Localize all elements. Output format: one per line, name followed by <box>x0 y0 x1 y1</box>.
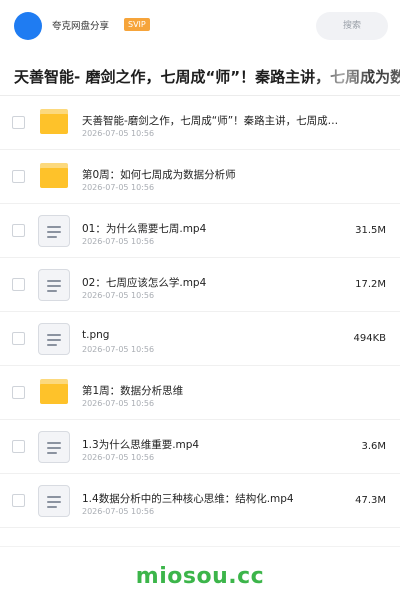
list-item[interactable]: 01：为什么需要七周.mp4 2026-07-05 10:56 31.5M <box>0 204 400 258</box>
file-date: 2026-07-05 10:56 <box>82 183 155 192</box>
checkbox[interactable] <box>12 224 25 237</box>
file-size: 47.3M <box>355 495 386 506</box>
file-date: 2026-07-05 10:56 <box>82 129 155 138</box>
list-item[interactable]: 天善智能-磨剑之作，七周成“师”！秦路主讲，七周成… 2026-07-05 10… <box>0 96 400 150</box>
file-list: 天善智能-磨剑之作，七周成“师”！秦路主讲，七周成… 2026-07-05 10… <box>0 96 400 528</box>
document-icon <box>38 431 70 463</box>
header-bar: 夸克网盘分享 SVIP 搜索 <box>0 0 400 52</box>
checkbox[interactable] <box>12 332 25 345</box>
svip-badge: SVIP <box>124 18 150 31</box>
checkbox[interactable] <box>12 116 25 129</box>
list-item[interactable]: 第1周：数据分析思维 2026-07-05 10:56 <box>0 366 400 420</box>
folder-icon <box>38 377 70 409</box>
file-date: 2026-07-05 10:56 <box>82 507 155 516</box>
file-date: 2026-07-05 10:56 <box>82 291 155 300</box>
file-date: 2026-07-05 10:56 <box>82 237 155 246</box>
folder-title-bar: 天善智能- 磨剑之作，七周成“师”！秦路主讲，七周成为数 <box>0 56 400 96</box>
file-name: 02：七周应该怎么学.mp4 <box>82 277 207 289</box>
file-size: 494KB <box>353 333 386 344</box>
checkbox[interactable] <box>12 494 25 507</box>
file-name: 1.4数据分析中的三种核心思维：结构化.mp4 <box>82 493 294 505</box>
list-item[interactable]: 1.3为什么思维重要.mp4 2026-07-05 10:56 3.6M <box>0 420 400 474</box>
checkbox[interactable] <box>12 170 25 183</box>
document-icon <box>38 269 70 301</box>
file-size: 17.2M <box>355 279 386 290</box>
list-item[interactable]: t.png 2026-07-05 10:56 494KB <box>0 312 400 366</box>
document-icon <box>38 215 70 247</box>
footer: miosou.cc <box>0 546 400 600</box>
title-fade <box>310 56 400 96</box>
folder-icon <box>38 107 70 139</box>
file-name: 天善智能-磨剑之作，七周成“师”！秦路主讲，七周成… <box>82 115 339 127</box>
file-name: 第1周：数据分析思维 <box>82 385 184 397</box>
list-item[interactable]: 第0周：如何七周成为数据分析师 2026-07-05 10:56 <box>0 150 400 204</box>
file-size: 31.5M <box>355 225 386 236</box>
document-icon <box>38 485 70 517</box>
folder-icon <box>38 161 70 193</box>
divider <box>0 546 400 547</box>
file-date: 2026-07-05 10:56 <box>82 453 155 462</box>
avatar[interactable] <box>14 12 42 40</box>
file-size: 3.6M <box>361 441 386 452</box>
file-name: 第0周：如何七周成为数据分析师 <box>82 169 236 181</box>
list-item[interactable]: 1.4数据分析中的三种核心思维：结构化.mp4 2026-07-05 10:56… <box>0 474 400 528</box>
file-date: 2026-07-05 10:56 <box>82 345 155 354</box>
checkbox[interactable] <box>12 386 25 399</box>
file-date: 2026-07-05 10:56 <box>82 399 155 408</box>
file-name: 1.3为什么思维重要.mp4 <box>82 439 200 451</box>
document-icon <box>38 323 70 355</box>
watermark-text: miosou.cc <box>135 564 265 589</box>
file-name: t.png <box>82 329 110 341</box>
list-item[interactable]: 02：七周应该怎么学.mp4 2026-07-05 10:56 17.2M <box>0 258 400 312</box>
checkbox[interactable] <box>12 278 25 291</box>
checkbox[interactable] <box>12 440 25 453</box>
share-owner-name: 夸克网盘分享 <box>52 21 110 32</box>
file-name: 01：为什么需要七周.mp4 <box>82 223 207 235</box>
search-button[interactable]: 搜索 <box>316 12 388 40</box>
